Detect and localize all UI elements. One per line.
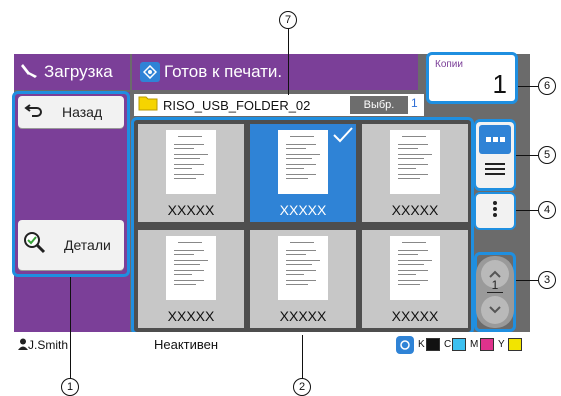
callout-line-6: [518, 86, 538, 87]
ink-label-k: K: [418, 339, 425, 350]
chevron-down-icon[interactable]: [481, 296, 509, 324]
ink-label-m: M: [470, 339, 479, 350]
folder-icon: [138, 95, 158, 116]
status-bar-top: Готов к печати.: [132, 54, 418, 90]
callout-2: 2: [293, 378, 311, 396]
file-grid-highlight: [131, 117, 474, 335]
status-label: Готов к печати.: [164, 62, 283, 81]
ink-label-c: C: [444, 339, 452, 350]
callout-line-3: [516, 280, 538, 281]
folder-bar: RISO_USB_FOLDER_02 Выбр. 1: [134, 94, 424, 116]
user-label: J.Smith: [28, 338, 69, 352]
mode-tab[interactable]: Загрузка: [14, 54, 130, 90]
callout-line-7: [288, 29, 289, 95]
copies-box[interactable]: Копии 1: [426, 52, 518, 104]
view-toggle[interactable]: [476, 122, 514, 188]
back-arrow-icon: [24, 103, 42, 122]
ink-label-y: Y: [498, 339, 505, 350]
callout-1: 1: [61, 378, 79, 396]
copies-value: 1: [492, 69, 507, 99]
bottom-status-bar: J.Smith Неактивен K C M Y: [14, 332, 530, 358]
user-name[interactable]: J.Smith: [18, 338, 68, 353]
selected-count: 1: [411, 96, 418, 110]
list-view-icon[interactable]: [485, 162, 505, 183]
select-label: Выбр.: [350, 96, 408, 114]
callout-line-5: [516, 155, 538, 156]
callout-line-4: [516, 210, 538, 211]
magnifier-check-icon: [22, 230, 48, 261]
ink-sync-icon: [396, 336, 414, 359]
more-button[interactable]: [476, 194, 514, 228]
folder-name: RISO_USB_FOLDER_02: [163, 97, 311, 113]
page-divider: [487, 292, 503, 293]
callout-3: 3: [538, 271, 556, 289]
grid-view-icon[interactable]: [479, 125, 511, 154]
details-label: Детали: [64, 237, 111, 253]
ink-level-c: [452, 338, 466, 351]
callout-line-1: [70, 277, 71, 383]
device-state: Неактивен: [154, 337, 219, 352]
ink-level-k: [426, 338, 440, 351]
callout-5: 5: [538, 146, 556, 164]
mode-label: Загрузка: [44, 62, 113, 81]
ink-level-y: [508, 338, 522, 351]
user-icon: [18, 338, 28, 353]
back-label: Назад: [62, 104, 103, 120]
copies-label: Копии: [435, 59, 463, 70]
callout-4: 4: [538, 201, 556, 219]
callout-7: 7: [279, 11, 297, 29]
status-diamond-icon: [140, 62, 160, 82]
left-panel-lower: [14, 276, 130, 332]
pager: 1 1: [476, 256, 514, 328]
ink-level-m: [480, 338, 494, 351]
back-button[interactable]: Назад: [18, 96, 124, 128]
page-current: 1: [491, 278, 499, 292]
callout-line-2: [302, 335, 303, 383]
callout-6: 6: [538, 77, 556, 95]
details-button[interactable]: Детали: [18, 220, 124, 270]
upload-icon: [20, 60, 40, 85]
more-vertical-icon: [492, 200, 498, 223]
